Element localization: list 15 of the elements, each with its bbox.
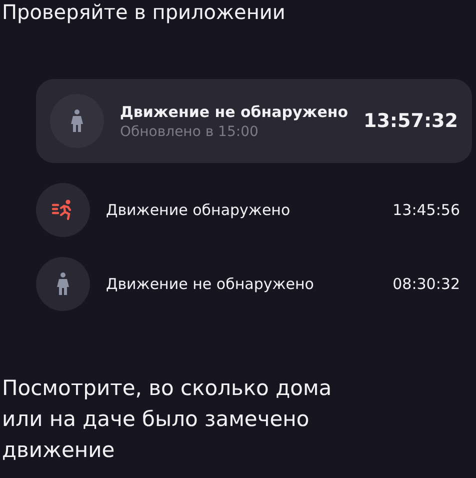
event-label: Движение не обнаружено: [106, 275, 315, 293]
event-label: Движение обнаружено: [106, 201, 292, 219]
event-row[interactable]: Движение не обнаружено 08:30:32: [36, 257, 472, 311]
event-time: 13:57:32: [363, 110, 458, 132]
running-person-icon: [52, 199, 74, 221]
event-row[interactable]: Движение обнаружено 13:45:56: [36, 183, 472, 237]
event-time: 13:45:56: [392, 201, 460, 219]
event-card[interactable]: Движение не обнаружено Обновлено в 15:00 13:57:32: [36, 79, 472, 163]
standing-person-icon: [56, 272, 70, 296]
standing-person-icon: [70, 109, 84, 133]
updated-label: Обновлено в 15:00: [120, 124, 260, 140]
section-title: Проверяйте в приложении: [1, 0, 286, 25]
event-label: Движение не обнаружено: [120, 102, 350, 120]
event-time: 08:30:32: [392, 275, 460, 293]
caption-text: Посмотрите, во сколько дома или на даче было замечено движение: [2, 375, 333, 464]
